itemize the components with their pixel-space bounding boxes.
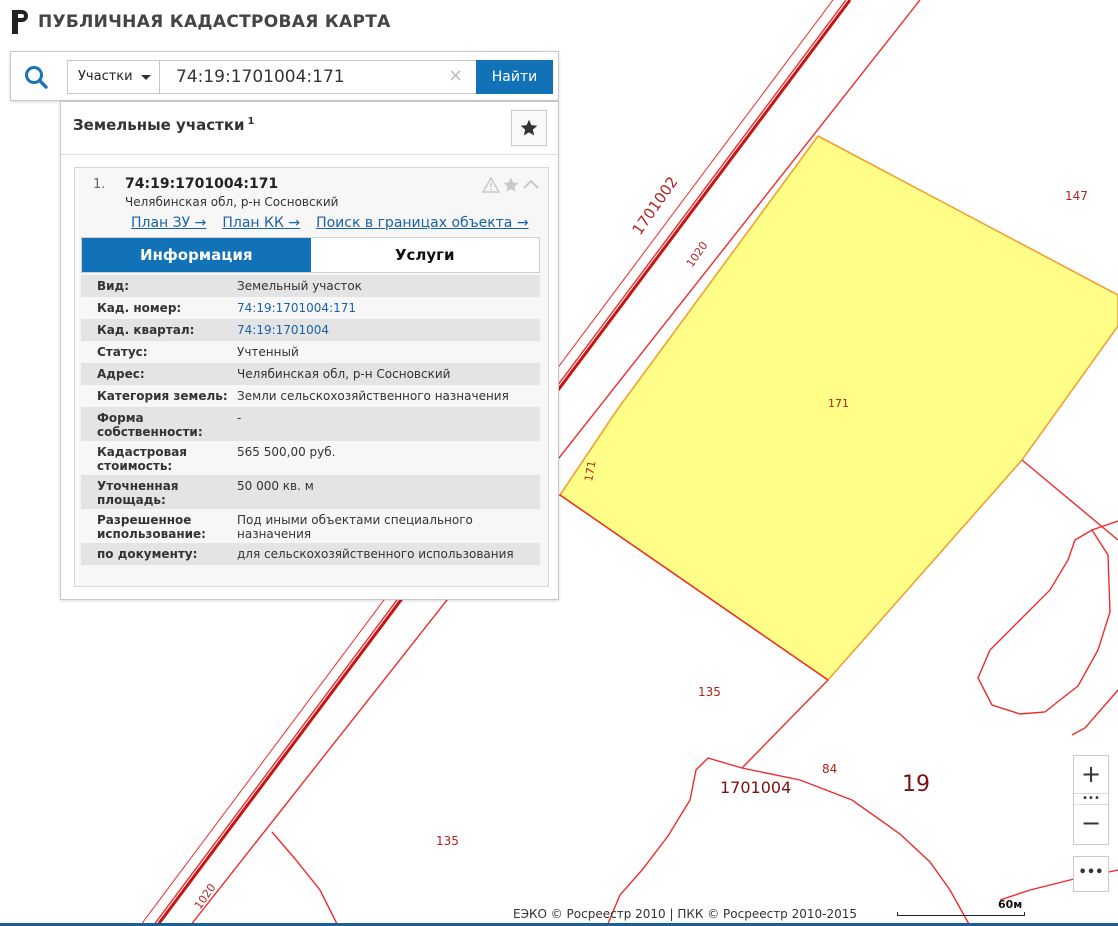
app-header: ПУБЛИЧНАЯ КАДАСТРОВАЯ КАРТА: [10, 8, 391, 36]
search-bar: Участки × Найти: [10, 51, 559, 101]
table-row: Кадастровая стоимость: 565 500,00 руб.: [81, 441, 540, 475]
chevron-up-icon[interactable]: [522, 177, 540, 197]
field-key: Кадастровая стоимость:: [97, 445, 187, 473]
field-value: 565 500,00 руб.: [237, 445, 336, 459]
field-key: Форма собственности:: [97, 411, 203, 439]
table-row: Кад. квартал: 74:19:1701004: [81, 319, 540, 341]
results-divider: [61, 154, 558, 155]
map-label-1020-top: 1020: [684, 239, 711, 269]
table-row: Вид: Земельный участок: [81, 275, 540, 297]
card-actions: [481, 176, 540, 198]
info-table: Вид: Земельный участок Кад. номер: 74:19:1…: [81, 275, 540, 565]
table-row: Кад. номер: 74:19:1701004:171: [81, 297, 540, 319]
scale-label: 60м: [998, 898, 1023, 911]
link-search-within[interactable]: Поиск в границах объекта →: [316, 215, 529, 231]
map-label-135-mid: 135: [698, 685, 721, 699]
field-key: Кад. номер:: [97, 301, 182, 315]
field-key: Уточненная площадь:: [97, 479, 179, 507]
parcel-boundary: [1021, 459, 1118, 541]
field-key: Адрес:: [97, 367, 145, 381]
results-count: 1: [247, 116, 255, 127]
field-key: по документу:: [97, 547, 198, 561]
zoom-out-button[interactable]: −: [1074, 805, 1108, 843]
field-value: Челябинская обл, р-н Сосновский: [237, 367, 451, 381]
favorites-button[interactable]: [511, 110, 547, 146]
map-label-quarter-1701004: 1701004: [720, 778, 791, 797]
field-key: Категория земель:: [97, 389, 228, 403]
result-address: Челябинская обл, р-н Сосновский: [125, 195, 339, 209]
table-row: Категория земель: Земли сельскохозяйствен…: [81, 385, 540, 407]
map-label-84: 84: [822, 762, 837, 776]
table-row: Разрешенное использование: Под иными объе…: [81, 509, 540, 543]
map-label-171-center: 171: [828, 397, 849, 410]
logo-icon: [12, 10, 28, 34]
map-label-19: 19: [902, 772, 930, 797]
field-key: Статус:: [97, 345, 148, 359]
close-icon[interactable]: ×: [448, 65, 463, 86]
parcel-boundary: [977, 520, 1118, 715]
map-label-quarter-1701002: 1701002: [629, 173, 682, 238]
parcel-boundary: [1071, 689, 1118, 736]
field-value: -: [237, 411, 242, 425]
map-label-1020-bottom: 1020: [192, 881, 219, 911]
warning-icon[interactable]: [481, 176, 501, 197]
field-value: Земельный участок: [237, 279, 362, 293]
tab-information[interactable]: Информация: [82, 238, 311, 272]
field-value: Земли сельскохозяйственного назначения: [237, 389, 509, 403]
link-plan-kk[interactable]: План КК →: [222, 215, 300, 231]
field-value: 50 000 кв. м: [237, 479, 314, 493]
field-value: для сельскохозяйственного использования: [237, 547, 514, 561]
result-card: 1. 74:19:1701004:171 Челябинская обл, р-…: [74, 167, 549, 587]
results-panel: Земельные участки 1 1. 74:19:1701004:171 …: [60, 101, 559, 600]
field-value: Учтенный: [237, 345, 299, 359]
result-links: План ЗУ → План КК → Поиск в границах объ…: [131, 215, 529, 231]
table-row: Адрес: Челябинская обл, р-н Сосновский: [81, 363, 540, 385]
field-value-cell: 74:19:1701004: [237, 319, 540, 341]
more-tools-button[interactable]: •••: [1073, 856, 1109, 892]
search-type-label: Участки: [78, 69, 133, 84]
zoom-level-button[interactable]: •••: [1074, 793, 1108, 805]
table-row: Статус: Учтенный: [81, 341, 540, 363]
table-row: по документу: для сельскохозяйственного и…: [81, 543, 540, 565]
search-input[interactable]: [159, 60, 477, 94]
table-row: Уточненная площадь: 50 000 кв. м: [81, 475, 540, 509]
search-type-select[interactable]: Участки: [67, 60, 160, 94]
field-key: Кад. квартал:: [97, 323, 195, 337]
cad-number-link[interactable]: 74:19:1701004:171: [237, 301, 356, 315]
scale-bar-line: [897, 912, 1025, 916]
results-title-text: Земельные участки: [73, 116, 245, 134]
field-key: Вид:: [97, 279, 130, 293]
result-index: 1.: [93, 177, 106, 192]
parcel-boundary: [741, 679, 829, 769]
field-value-cell: 74:19:1701004:171: [237, 297, 540, 319]
chevron-down-icon: [141, 75, 151, 80]
zoom-in-button[interactable]: +: [1074, 756, 1108, 793]
search-icon[interactable]: [23, 64, 49, 90]
star-icon: [520, 119, 538, 136]
link-plan-zu[interactable]: План ЗУ →: [131, 215, 206, 231]
result-cad-number[interactable]: 74:19:1701004:171: [125, 176, 278, 192]
table-row: Форма собственности: -: [81, 407, 540, 441]
field-value: Под иными объектами специального назначе…: [237, 513, 473, 541]
cad-quarter-link[interactable]: 74:19:1701004: [237, 323, 329, 337]
result-tabs: Информация Услуги: [81, 237, 540, 273]
parcel-boundary: [271, 831, 339, 926]
app-title: ПУБЛИЧНАЯ КАДАСТРОВАЯ КАРТА: [38, 12, 391, 32]
field-key: Разрешенное использование:: [97, 513, 206, 541]
zoom-control: + ••• −: [1073, 755, 1109, 845]
find-button[interactable]: Найти: [476, 60, 553, 94]
star-icon[interactable]: [502, 176, 520, 198]
tab-services[interactable]: Услуги: [310, 238, 539, 272]
results-title: Земельные участки 1: [73, 116, 255, 134]
map-label-147: 147: [1065, 189, 1088, 203]
map-label-135-bottom: 135: [436, 834, 459, 848]
copyright-text: ЕЭКО © Росреестр 2010 | ПКК © Росреестр …: [513, 907, 858, 921]
